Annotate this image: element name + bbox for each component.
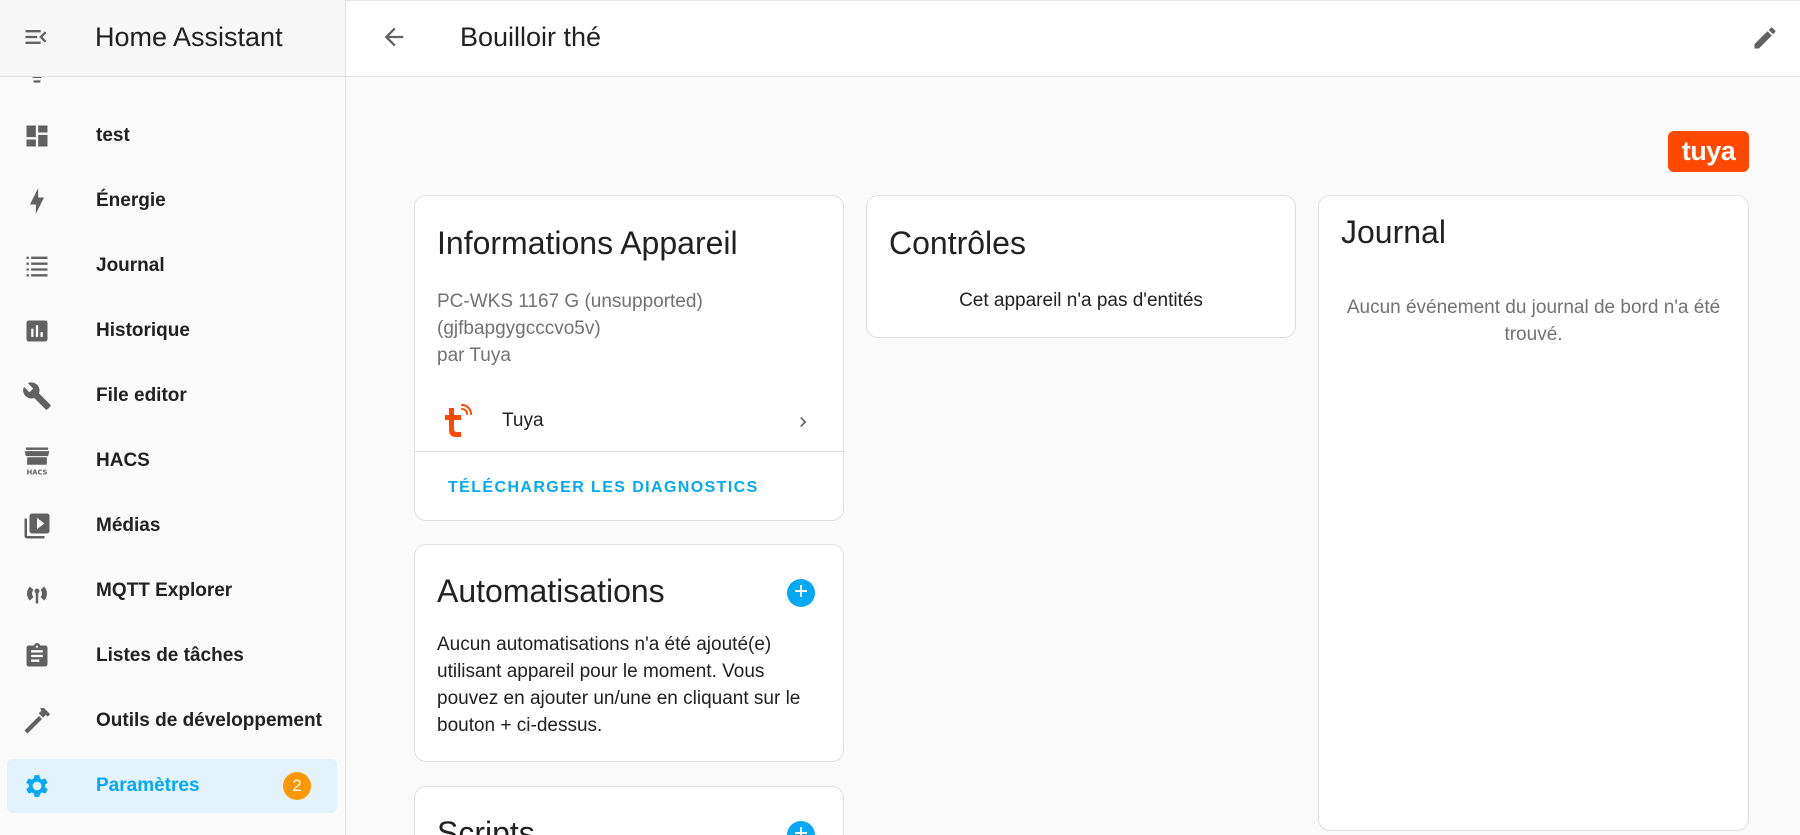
logbook-title: Journal	[1341, 214, 1446, 250]
edit-device-button[interactable]	[1748, 23, 1782, 57]
plus-icon	[793, 825, 809, 835]
integration-label: Tuya	[502, 410, 544, 431]
clipboard-list-icon	[21, 640, 53, 672]
format-list-bulleted-icon	[21, 250, 53, 282]
sidebar-item-energie[interactable]: Énergie	[7, 174, 337, 228]
sidebar-item-label: MQTT Explorer	[96, 580, 233, 601]
scripts-title: Scripts	[437, 815, 535, 835]
sidebar-item-file-editor[interactable]: File editor	[7, 369, 337, 423]
brand-logo-text: tuya	[1681, 136, 1736, 166]
controls-empty-text: Cet appareil n'a pas d'entités	[959, 290, 1203, 311]
sidebar-header: Home Assistant	[0, 0, 345, 77]
sidebar-item-parametres[interactable]: Paramètres 2	[7, 759, 337, 813]
hacs-store-icon: HACS	[21, 445, 53, 477]
sidebar-item-hacs[interactable]: HACS HACS	[7, 434, 337, 488]
device-model-line: PC-WKS 1167 G (unsupported)	[437, 291, 703, 312]
chevron-right-icon	[793, 410, 813, 434]
sidebar: test Énergie Journal Historique File edi	[0, 0, 346, 835]
add-automation-button[interactable]	[787, 579, 815, 607]
sidebar-item-test[interactable]: test	[7, 109, 337, 163]
device-model-id: (gjfbapgygcccvo5v)	[437, 318, 601, 339]
sidebar-item-label: Médias	[96, 515, 161, 536]
integration-link-tuya[interactable]: Tuya	[415, 392, 843, 452]
wrench-icon	[21, 380, 53, 412]
controls-title: Contrôles	[889, 225, 1026, 261]
plus-icon	[793, 583, 809, 604]
device-info-title: Informations Appareil	[437, 225, 738, 261]
play-box-multiple-icon	[21, 510, 53, 542]
antenna-icon	[21, 575, 53, 607]
download-diagnostics-button[interactable]: TÉLÉCHARGER LES DIAGNOSTICS	[448, 479, 759, 497]
pencil-icon	[1751, 24, 1779, 57]
lightning-bolt-icon	[21, 185, 53, 217]
automations-empty-text: Aucun automatisations n'a été ajouté(e) …	[437, 634, 801, 736]
menu-toggle-button[interactable]	[20, 25, 52, 53]
sidebar-item-label: test	[96, 125, 130, 146]
chart-box-icon	[21, 315, 53, 347]
add-script-button[interactable]	[787, 821, 815, 835]
sidebar-item-outils-de-developpement[interactable]: Outils de développement	[7, 694, 337, 748]
svg-text:HACS: HACS	[27, 469, 48, 477]
app-title: Home Assistant	[95, 22, 283, 52]
page-title: Bouilloir thé	[460, 22, 602, 52]
logbook-empty-text: Aucun événement du journal de bord n'a é…	[1346, 297, 1721, 345]
arrow-left-icon	[380, 23, 408, 56]
back-button[interactable]	[378, 23, 410, 55]
sidebar-item-listes-de-taches[interactable]: Listes de tâches	[7, 629, 337, 683]
sidebar-item-label: HACS	[96, 450, 150, 471]
device-model: PC-WKS 1167 G (unsupported) (gjfbapgygcc…	[437, 288, 703, 369]
sidebar-item-label: Paramètres	[96, 775, 200, 796]
dashboard-icon	[21, 120, 53, 152]
sidebar-item-label: Énergie	[96, 190, 166, 211]
top-bar: Bouilloir thé	[346, 0, 1800, 77]
automations-title: Automatisations	[437, 573, 665, 609]
menu-open-icon	[22, 23, 50, 56]
sidebar-item-label: Outils de développement	[96, 710, 322, 731]
notification-badge: 2	[283, 772, 311, 800]
controls-card: Contrôles Cet appareil n'a pas d'entités	[866, 195, 1296, 338]
tuya-integration-icon	[440, 400, 476, 440]
sidebar-item-label: Listes de tâches	[96, 645, 244, 666]
scripts-card: Scripts	[414, 786, 844, 835]
sidebar-item-mqtt-explorer[interactable]: MQTT Explorer	[7, 564, 337, 618]
sidebar-item-label: Journal	[96, 255, 165, 276]
hammer-icon	[21, 705, 53, 737]
sidebar-item-journal[interactable]: Journal	[7, 239, 337, 293]
device-manufacturer: par Tuya	[437, 345, 511, 366]
logbook-card: Journal Aucun événement du journal de bo…	[1318, 195, 1749, 831]
device-info-card: Informations Appareil PC-WKS 1167 G (uns…	[414, 195, 844, 521]
sidebar-item-label: Historique	[96, 320, 190, 341]
tuya-logo: tuya	[1668, 131, 1749, 172]
sidebar-item-label: File editor	[96, 385, 187, 406]
automations-card: Automatisations Aucun automatisations n'…	[414, 544, 844, 762]
sidebar-item-historique[interactable]: Historique	[7, 304, 337, 358]
sidebar-item-medias[interactable]: Médias	[7, 499, 337, 553]
gear-icon	[21, 770, 53, 802]
